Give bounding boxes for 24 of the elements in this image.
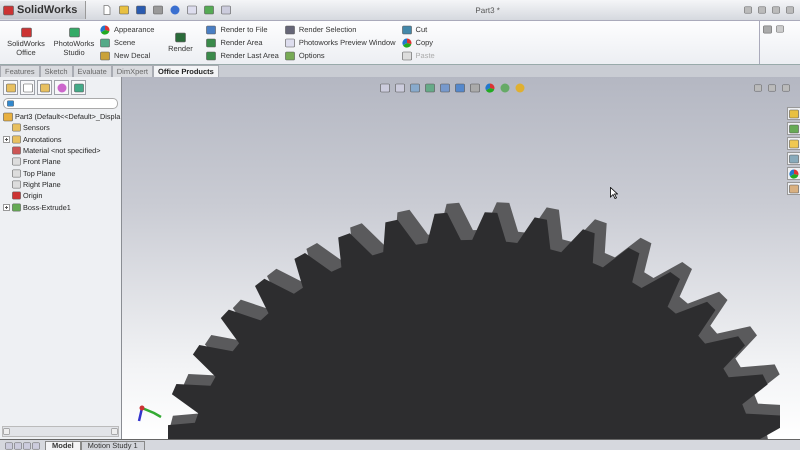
app-name: SolidWorks	[17, 4, 78, 16]
task-pane-tab[interactable]	[787, 182, 800, 195]
filter-field[interactable]	[3, 98, 118, 109]
panel-tab[interactable]	[71, 80, 86, 95]
color-ball-icon	[402, 38, 412, 48]
expand-icon[interactable]	[3, 204, 10, 211]
color-ball-icon	[789, 168, 799, 178]
color-ball-icon	[100, 24, 110, 34]
expand-icon[interactable]	[3, 136, 10, 143]
app-menu-button[interactable]: SolidWorks	[0, 1, 86, 19]
new-document-icon	[102, 5, 112, 15]
task-pane-tab[interactable]	[787, 152, 800, 165]
cursor-icon	[610, 187, 618, 199]
panel-tab[interactable]	[54, 80, 69, 95]
document-title: Part3 *	[474, 6, 501, 14]
task-pane-tab[interactable]	[787, 137, 800, 150]
task-pane-tab[interactable]	[787, 107, 800, 120]
color-ball-icon	[485, 83, 495, 93]
panel-tab[interactable]	[3, 80, 18, 95]
panel-tab[interactable]	[37, 80, 52, 95]
task-pane-tab[interactable]	[787, 122, 800, 135]
scrollbar[interactable]	[2, 426, 119, 437]
panel-tab[interactable]	[20, 80, 35, 95]
task-pane-tab[interactable]	[787, 167, 800, 180]
